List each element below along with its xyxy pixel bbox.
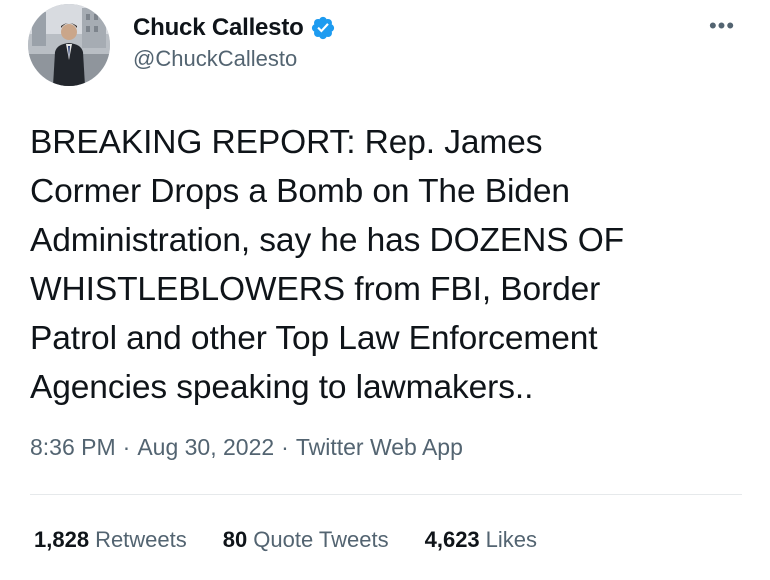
more-horizontal-icon[interactable]: ••• <box>702 13 742 38</box>
tweet-date[interactable]: Aug 30, 2022 <box>137 434 274 461</box>
tweet-card: Chuck Callesto @ChuckCallesto ••• BREAKI… <box>0 0 770 580</box>
meta-separator: · <box>122 434 131 460</box>
likes-count: 4,623 <box>424 527 480 552</box>
retweets-count: 1,828 <box>34 527 90 552</box>
quote-tweets-label: Quote Tweets <box>253 527 389 552</box>
meta-separator: · <box>281 434 289 460</box>
likes-label: Likes <box>485 527 538 552</box>
quote-tweets-count: 80 <box>222 527 248 552</box>
tweet-source[interactable]: Twitter Web App <box>296 434 463 461</box>
avatar[interactable] <box>28 4 110 86</box>
quote-tweets-stat[interactable]: 80 Quote Tweets <box>223 527 389 553</box>
tweet-meta: 8:36 PM · Aug 30, 2022 · Twitter Web App <box>30 434 463 461</box>
likes-stat[interactable]: 4,623 Likes <box>425 527 537 553</box>
tweet-time[interactable]: 8:36 PM <box>30 434 116 461</box>
tweet-text: BREAKING REPORT: Rep. James Cormer Drops… <box>30 124 625 406</box>
retweets-label: Retweets <box>95 527 187 552</box>
author-display-name[interactable]: Chuck Callesto <box>133 14 304 42</box>
verified-badge-icon <box>310 15 336 41</box>
engagement-stats: 1,828 Retweets 80 Quote Tweets 4,623 Lik… <box>34 527 573 553</box>
divider <box>30 494 742 495</box>
retweets-stat[interactable]: 1,828 Retweets <box>34 527 187 553</box>
author-handle[interactable]: @ChuckCallesto <box>133 46 297 72</box>
author-name-row: Chuck Callesto <box>133 12 336 44</box>
